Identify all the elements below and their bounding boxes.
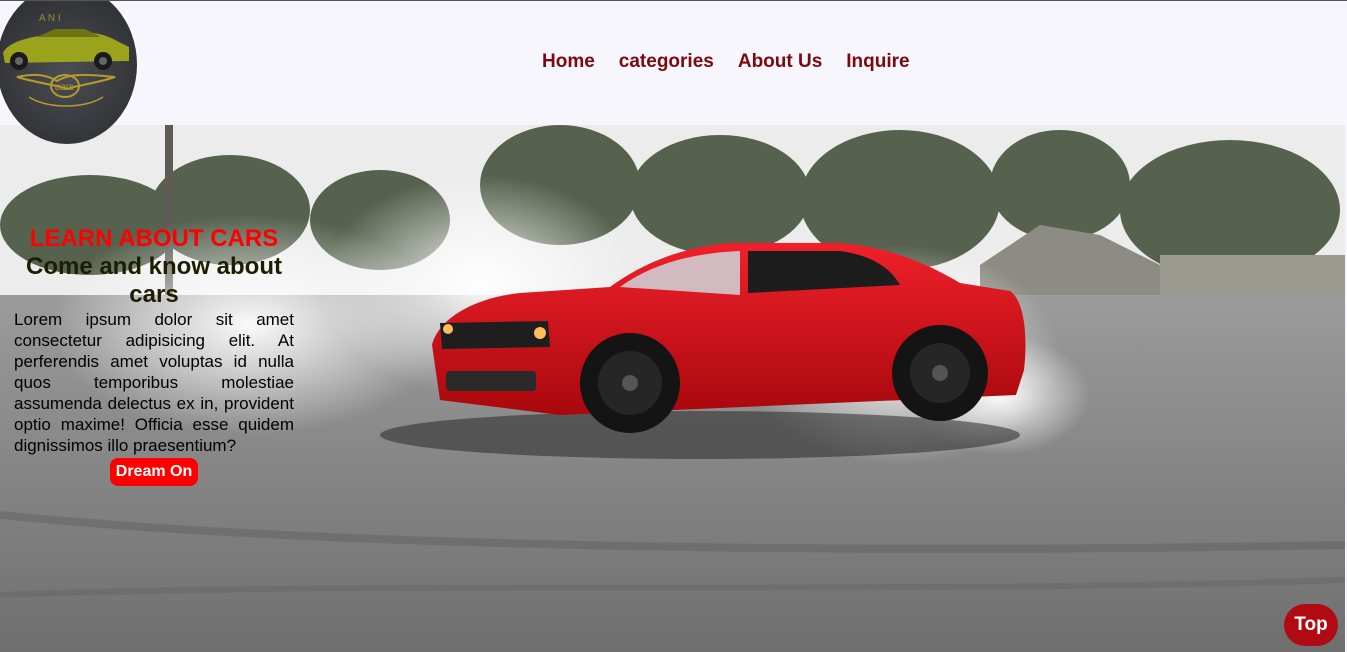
car-logo-icon[interactable]: A N I cars — [0, 1, 137, 144]
main-nav: Home categories About Us Inquire — [542, 51, 910, 73]
page: A N I cars Home categories About Us Inqu… — [0, 0, 1347, 652]
nav-categories-link[interactable]: categories — [619, 51, 714, 73]
svg-text:cars: cars — [55, 82, 74, 93]
nav-about-link[interactable]: About Us — [738, 51, 822, 73]
hero-kicker: LEARN ABOUT CARS — [29, 225, 279, 252]
nav-home-link[interactable]: Home — [542, 51, 595, 73]
hero-section: LEARN ABOUT CARS Come and know about car… — [0, 125, 1345, 652]
hero-body-text: Lorem ipsum dolor sit amet consectetur a… — [14, 310, 294, 455]
hero-title: Come and know about cars — [25, 253, 282, 308]
back-to-top-button[interactable]: Top — [1284, 604, 1338, 646]
site-header: A N I cars Home categories About Us Inqu… — [0, 1, 1347, 144]
nav-inquire-link[interactable]: Inquire — [846, 51, 909, 73]
dream-on-button[interactable]: Dream On — [109, 458, 199, 486]
svg-text:A N I: A N I — [39, 13, 61, 24]
hero-intro: LEARN ABOUT CARS Come and know about car… — [14, 225, 294, 486]
